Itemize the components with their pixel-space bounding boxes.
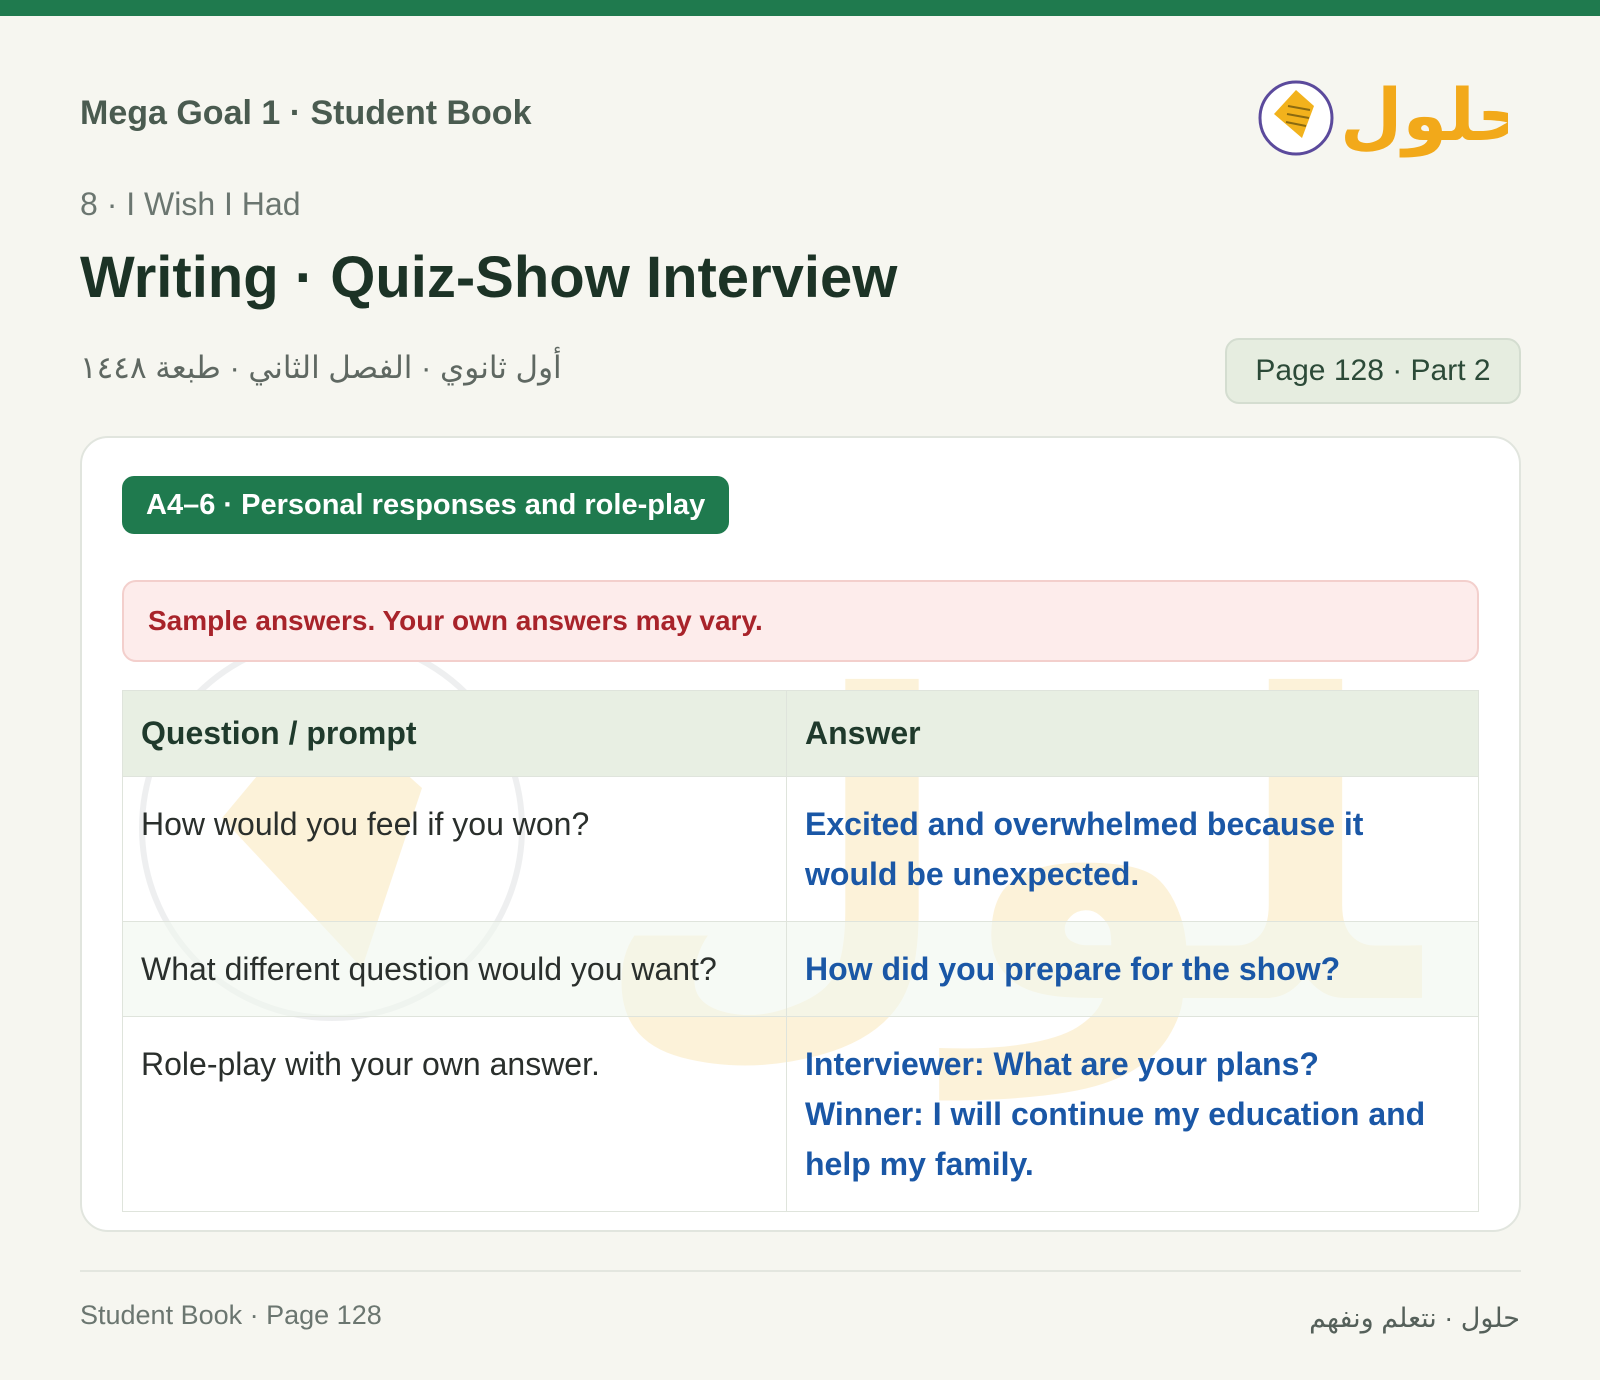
sample-answers-note: Sample answers. Your own answers may var… (122, 580, 1479, 662)
grade-info: أول ثانوي · الفصل الثاني · طبعة ١٤٤٨ (80, 350, 562, 385)
book-title: Mega Goal 1 · Student Book (80, 94, 532, 132)
answer-line: Interviewer: What are your plans? (805, 1046, 1319, 1082)
qa-table: Question / prompt Answer How would you f… (122, 690, 1479, 1212)
answer-line: Excited and overwhelmed because it would… (805, 806, 1364, 892)
column-header-question: Question / prompt (122, 690, 787, 777)
column-header-answer: Answer (786, 690, 1479, 777)
unit-label: 8 · I Wish I Had (80, 186, 301, 222)
answer-cell: Excited and overwhelmed because it would… (786, 776, 1479, 922)
table-row: How would you feel if you won? Excited a… (122, 776, 1479, 922)
answer-line: How did you prepare for the show? (805, 951, 1341, 987)
top-accent-bar (0, 0, 1600, 16)
table-header-row: Question / prompt Answer (122, 690, 1479, 777)
table-row: What different question would you want? … (122, 921, 1479, 1017)
question-cell: Role-play with your own answer. (122, 1016, 787, 1212)
hulul-logo: حلول (1258, 73, 1508, 158)
page-title: Writing · Quiz-Show Interview (80, 245, 898, 310)
page-badge: Page 128 · Part 2 (1225, 338, 1521, 404)
exercise-card: حلول A4–6 · Personal responses and role-… (80, 436, 1521, 1232)
logo-wordmark: حلول (1340, 73, 1508, 158)
section-label: A4–6 · Personal responses and role-play (122, 476, 730, 534)
question-cell: What different question would you want? (122, 921, 787, 1017)
table-row: Role-play with your own answer. Intervie… (122, 1016, 1479, 1212)
footer-page-label: Student Book · Page 128 (80, 1300, 382, 1330)
footer-divider (80, 1270, 1521, 1272)
answer-cell: How did you prepare for the show? (786, 921, 1479, 1017)
footer-tagline: حلول · نتعلم ونفهم (1309, 1303, 1520, 1333)
answer-line: Winner: I will continue my education and… (805, 1096, 1426, 1182)
question-cell: How would you feel if you won? (122, 776, 787, 922)
answer-cell: Interviewer: What are your plans? Winner… (786, 1016, 1479, 1212)
